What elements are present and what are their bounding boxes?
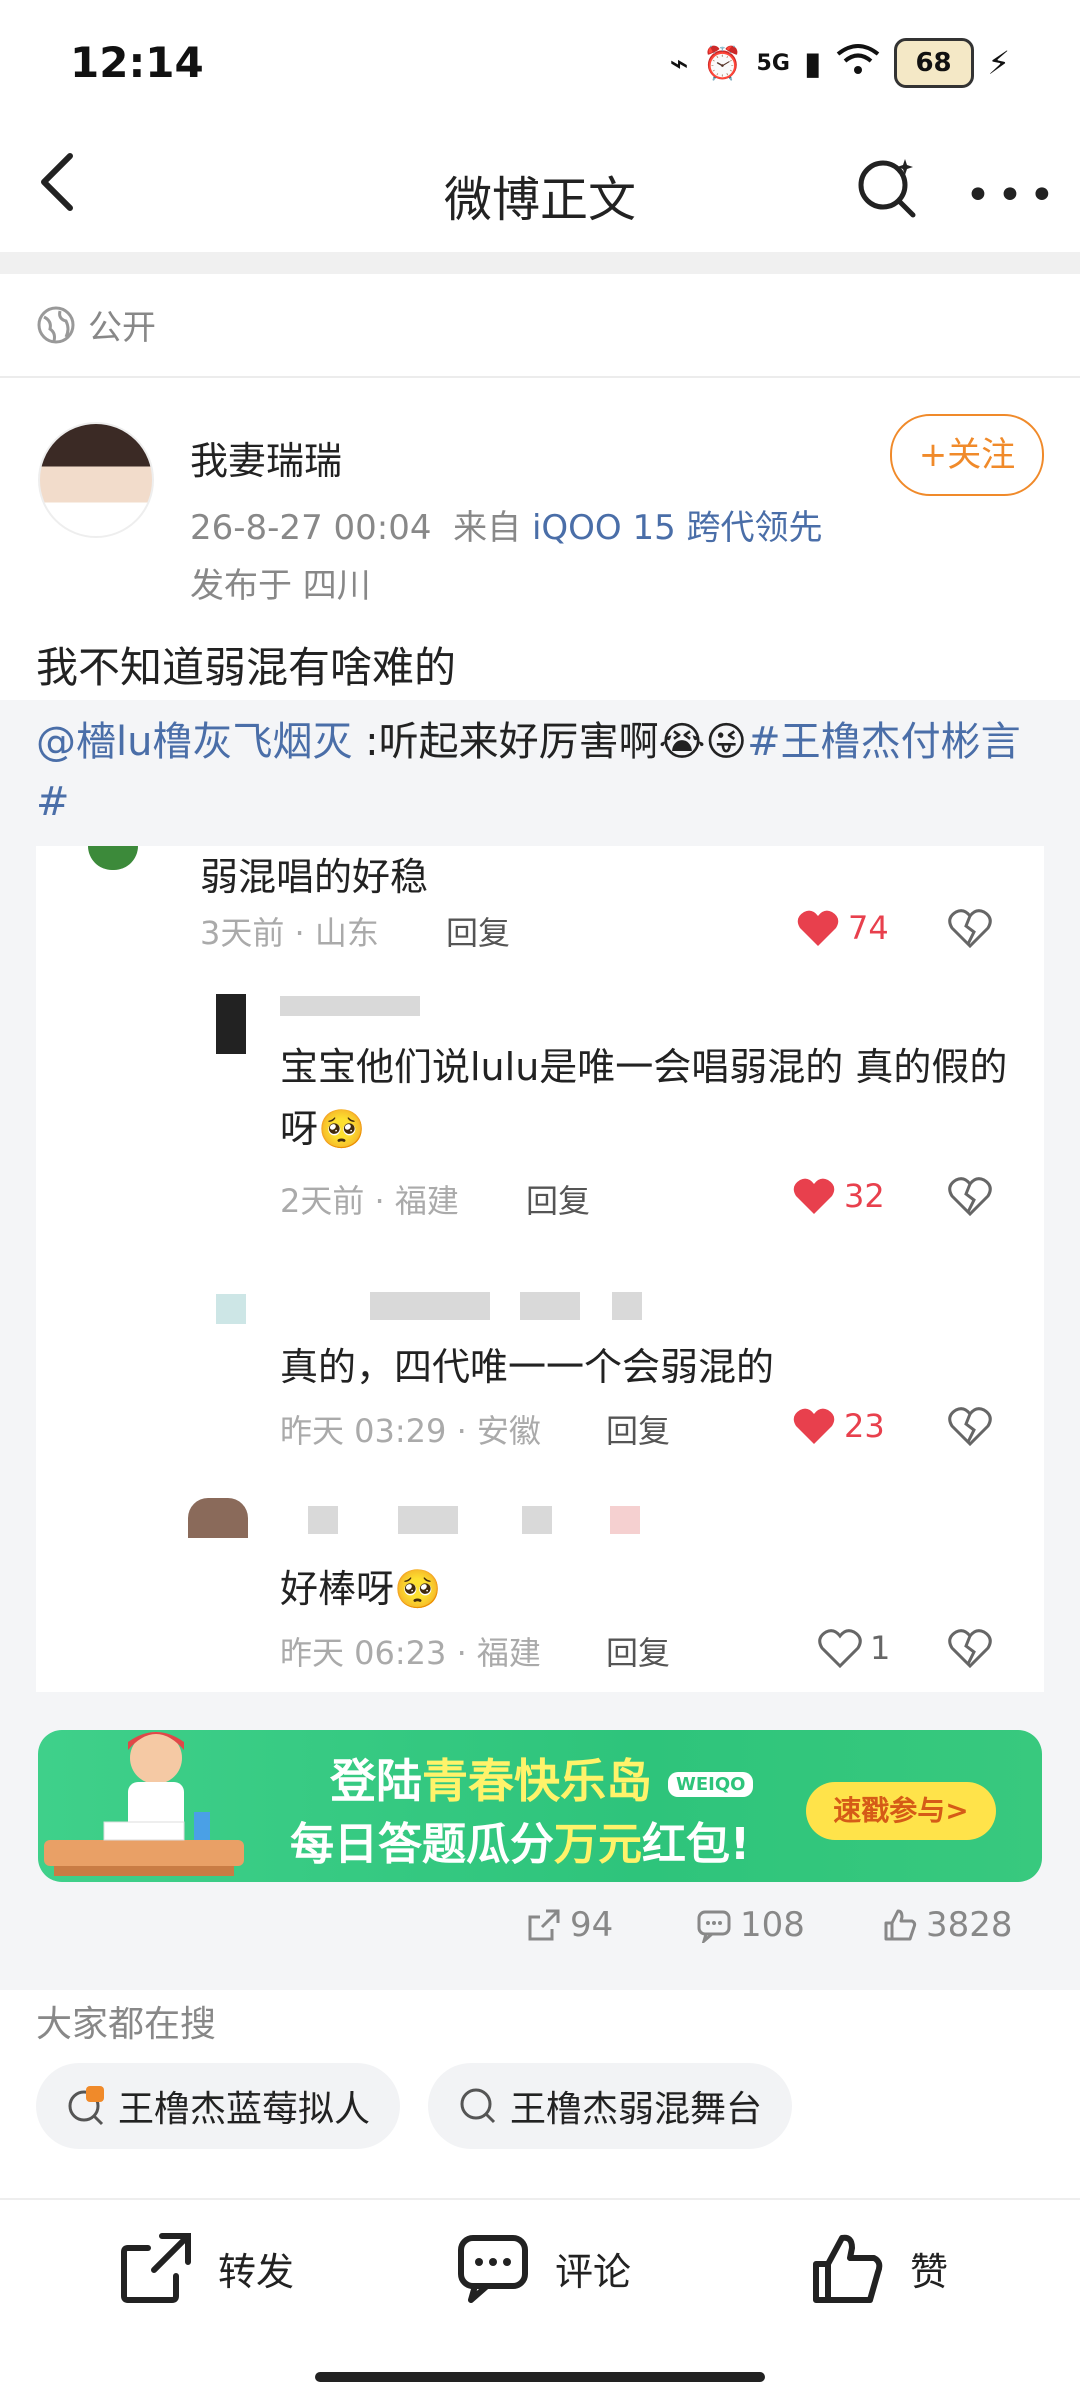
avatar xyxy=(216,1294,246,1324)
signal-icon: ▮ xyxy=(803,44,822,82)
repost-count[interactable]: 94 xyxy=(526,1905,613,1945)
more-icon[interactable]: ••• xyxy=(965,170,1061,221)
comment-button[interactable]: 评论 xyxy=(455,2230,631,2306)
comment-text: 弱混唱的好稳 xyxy=(200,855,429,899)
blurred-username xyxy=(520,1292,580,1320)
hashtag-end[interactable]: # xyxy=(36,779,70,825)
comment-like-button[interactable]: 32 xyxy=(792,1176,885,1216)
blurred-username xyxy=(308,1506,338,1534)
heart-icon xyxy=(793,1178,835,1214)
reply-button[interactable]: 回复 xyxy=(526,1176,590,1222)
comment-text: 宝宝他们说lulu是唯一会唱弱混的 真的假的呀🥺 xyxy=(280,1045,1008,1151)
blurred-username xyxy=(610,1506,640,1534)
follow-button[interactable]: +关注 xyxy=(890,414,1044,496)
reply-button[interactable]: 回复 xyxy=(446,908,510,954)
comment-meta: 2天前 · 福建 xyxy=(280,1182,459,1220)
banner-badge: WEIQO xyxy=(668,1772,754,1797)
comment-meta: 3天前 · 山东 xyxy=(200,914,379,952)
dislike-icon[interactable] xyxy=(948,1628,992,1672)
search-icon xyxy=(460,2088,496,2124)
student-illustration-icon xyxy=(44,1722,244,1882)
reply-button[interactable]: 回复 xyxy=(606,1406,670,1452)
repost-button[interactable]: 转发 xyxy=(118,2230,294,2306)
divider xyxy=(0,2198,1080,2200)
battery-icon: 68 xyxy=(893,38,974,88)
avatar[interactable] xyxy=(38,422,154,538)
search-icon[interactable] xyxy=(855,155,916,218)
share-icon xyxy=(121,2233,191,2303)
thumbs-up-icon xyxy=(884,1909,917,1941)
comment-text: 好棒呀🥺 xyxy=(280,1567,442,1611)
trending-search-title: 大家都在搜 xyxy=(36,2004,217,2045)
dislike-icon[interactable] xyxy=(948,1176,992,1220)
dislike-icon[interactable] xyxy=(948,908,992,952)
avatar xyxy=(88,846,138,870)
blurred-username xyxy=(398,1506,458,1534)
comment-icon xyxy=(697,1910,731,1943)
mention-link[interactable]: @檣lu橹灰飞烟灭 xyxy=(36,719,352,765)
post-meta: 26-8-27 00:04 来自 iQOO 15 跨代领先 xyxy=(190,508,823,548)
hot-search-icon xyxy=(68,2086,104,2126)
heart-icon xyxy=(793,1408,835,1444)
blurred-username xyxy=(370,1292,490,1320)
search-chip[interactable]: 王橹杰弱混舞台 xyxy=(428,2063,793,2149)
divider xyxy=(0,252,1080,274)
comment-like-button[interactable]: 23 xyxy=(792,1406,885,1446)
search-chip[interactable]: 王橹杰蓝莓拟人 xyxy=(36,2063,401,2149)
source-link[interactable]: iQOO 15 跨代领先 xyxy=(532,508,823,548)
globe-icon xyxy=(37,306,75,343)
thumbs-up-icon xyxy=(813,2234,883,2303)
avatar xyxy=(188,1498,248,1538)
comment-like-button[interactable]: 74 xyxy=(796,908,889,948)
network-label: 5G xyxy=(756,50,790,76)
share-icon xyxy=(528,1909,560,1941)
reply-button[interactable]: 回复 xyxy=(606,1628,670,1674)
repost-text: @檣lu橹灰飞烟灭 :听起来好厉害啊😭😜#王橹杰付彬言 # xyxy=(36,719,1021,825)
like-count[interactable]: 3828 xyxy=(882,1905,1013,1945)
like-button[interactable]: 赞 xyxy=(810,2230,948,2306)
comment-like-button[interactable]: 1 xyxy=(818,1628,890,1668)
nfc-icon: ⌁ xyxy=(669,44,689,82)
divider xyxy=(0,376,1080,378)
status-time: 12:14 xyxy=(70,38,204,87)
alarm-icon: ⏰ xyxy=(702,44,743,82)
comment-text: 真的，四代唯一一个会弱混的 xyxy=(280,1345,775,1389)
blurred-username xyxy=(522,1506,552,1534)
banner-subtitle: 每日答题瓜分万元红包! xyxy=(290,1819,751,1870)
comment-meta: 昨天 03:29 · 安徽 xyxy=(280,1412,541,1450)
post-text: 我不知道弱混有啥难的 xyxy=(36,643,457,692)
comment-icon xyxy=(458,2235,528,2303)
heart-icon xyxy=(797,910,839,946)
status-icons: ⌁ ⏰ 5G ▮ 68 ⚡ xyxy=(669,38,1010,88)
dislike-icon[interactable] xyxy=(948,1406,992,1450)
username[interactable]: 我妻瑞瑞 xyxy=(190,430,342,485)
home-indicator[interactable] xyxy=(315,2372,765,2382)
charging-icon: ⚡ xyxy=(987,44,1010,82)
post-location: 发布于 四川 xyxy=(190,566,371,606)
blurred-username xyxy=(612,1292,642,1320)
comment-meta: 昨天 06:23 · 福建 xyxy=(280,1634,541,1672)
banner-cta-button[interactable]: 速戳参与> xyxy=(806,1782,996,1840)
comments-card[interactable]: 弱混唱的好稳 3天前 · 山东 回复 74 宝宝他们说lulu是唯一会唱弱混的 … xyxy=(36,846,1044,1692)
wifi-icon xyxy=(836,42,880,84)
blurred-username xyxy=(280,996,420,1016)
heart-outline-icon xyxy=(818,1629,862,1668)
hashtag-link[interactable]: #王橹杰付彬言 xyxy=(747,719,1021,765)
comment-count[interactable]: 108 xyxy=(696,1905,805,1945)
avatar xyxy=(216,994,246,1054)
visibility-label: 公开 xyxy=(36,300,156,349)
banner-title: 登陆青春快乐岛 WEIQO xyxy=(330,1745,754,1811)
